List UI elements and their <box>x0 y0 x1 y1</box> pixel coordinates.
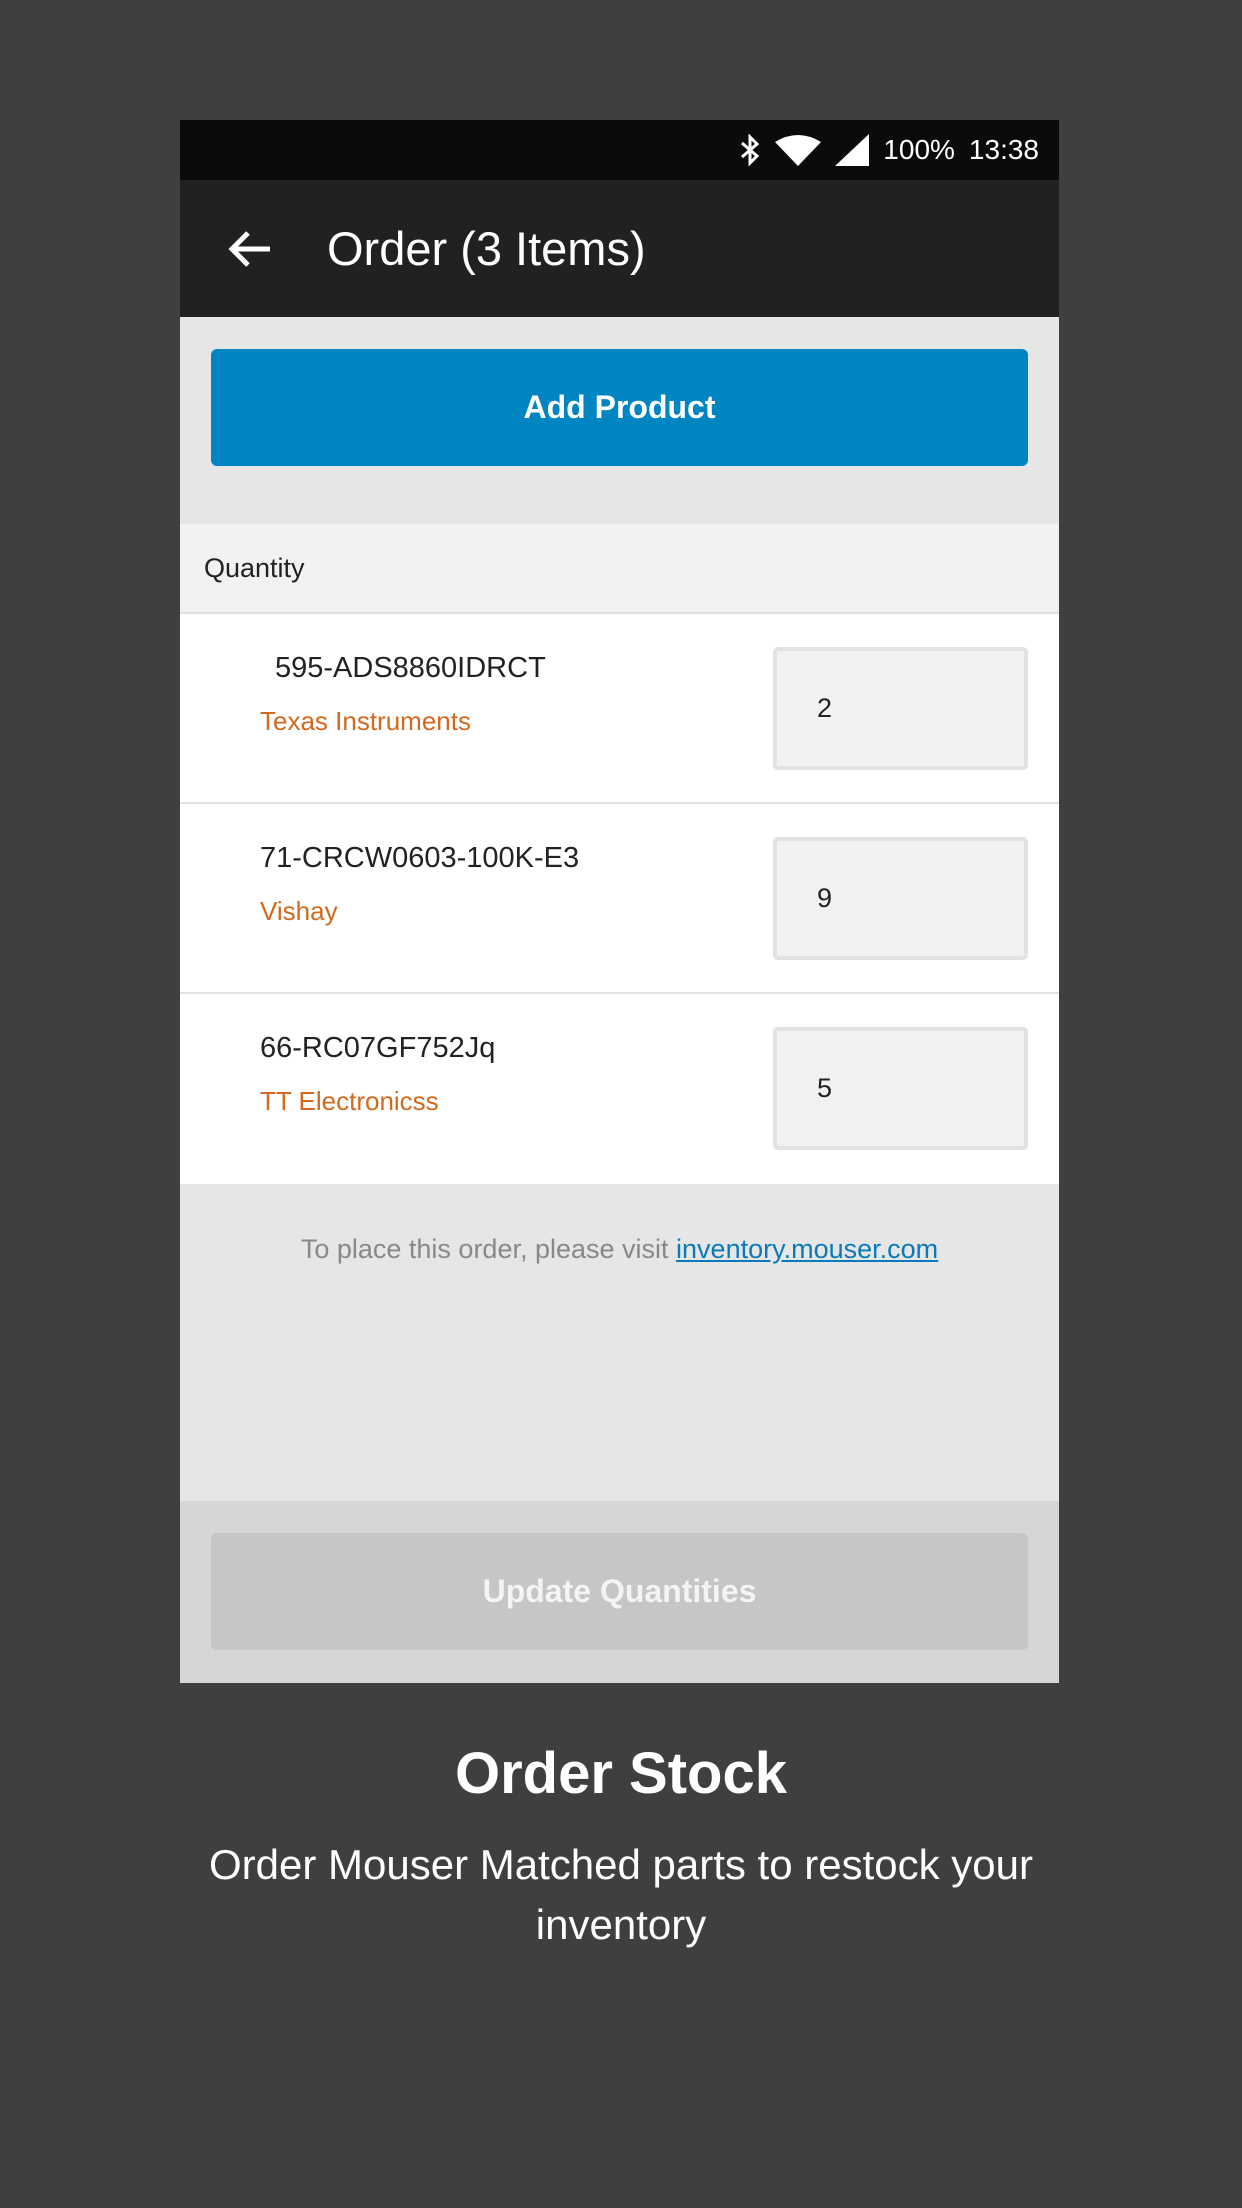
order-list: 595-ADS8860IDRCT Texas Instruments 2 71-… <box>180 614 1059 1184</box>
wifi-icon <box>775 135 822 166</box>
part-number: 66-RC07GF752Jq <box>260 1032 496 1064</box>
inventory-link[interactable]: inventory.mouser.com <box>676 1234 938 1264</box>
order-note: To place this order, please visit invent… <box>180 1184 1059 1502</box>
status-bar: 100% 13:38 <box>180 120 1059 180</box>
add-product-button[interactable]: Add Product <box>211 349 1028 466</box>
bottom-bar: Update Quantities <box>180 1501 1059 1683</box>
update-quantities-button[interactable]: Update Quantities <box>211 1533 1028 1650</box>
arrow-left-icon[interactable] <box>225 229 275 269</box>
bluetooth-icon <box>741 134 760 166</box>
quantity-input[interactable]: 9 <box>773 837 1028 960</box>
manufacturer: TT Electronicss <box>260 1086 439 1116</box>
app-bar: Order (3 Items) <box>180 180 1059 317</box>
list-item: 66-RC07GF752Jq TT Electronicss 5 <box>180 994 1059 1184</box>
caption-subtitle: Order Mouser Matched parts to restock yo… <box>209 1841 1033 1948</box>
battery-level: 100% <box>883 134 955 165</box>
part-number: 71-CRCW0603-100K-E3 <box>260 842 580 874</box>
list-header: Quantity <box>180 524 1059 614</box>
manufacturer: Vishay <box>260 896 338 926</box>
list-item: 71-CRCW0603-100K-E3 Vishay 9 <box>180 804 1059 994</box>
note-text: To place this order, please visit <box>300 1234 677 1264</box>
caption-title: Order Stock <box>455 1741 787 1806</box>
quantity-input[interactable]: 5 <box>773 1027 1028 1150</box>
quantity-input[interactable]: 2 <box>773 647 1028 770</box>
phone-screen: 100% 13:38 Order (3 Items) Add Product Q… <box>180 120 1059 1683</box>
manufacturer: Texas Instruments <box>260 706 471 736</box>
page-title: Order (3 Items) <box>327 222 646 275</box>
signal-icon <box>835 134 870 166</box>
clock: 13:38 <box>968 134 1039 165</box>
list-item: 595-ADS8860IDRCT Texas Instruments 2 <box>180 614 1059 804</box>
part-number: 595-ADS8860IDRCT <box>275 652 546 684</box>
